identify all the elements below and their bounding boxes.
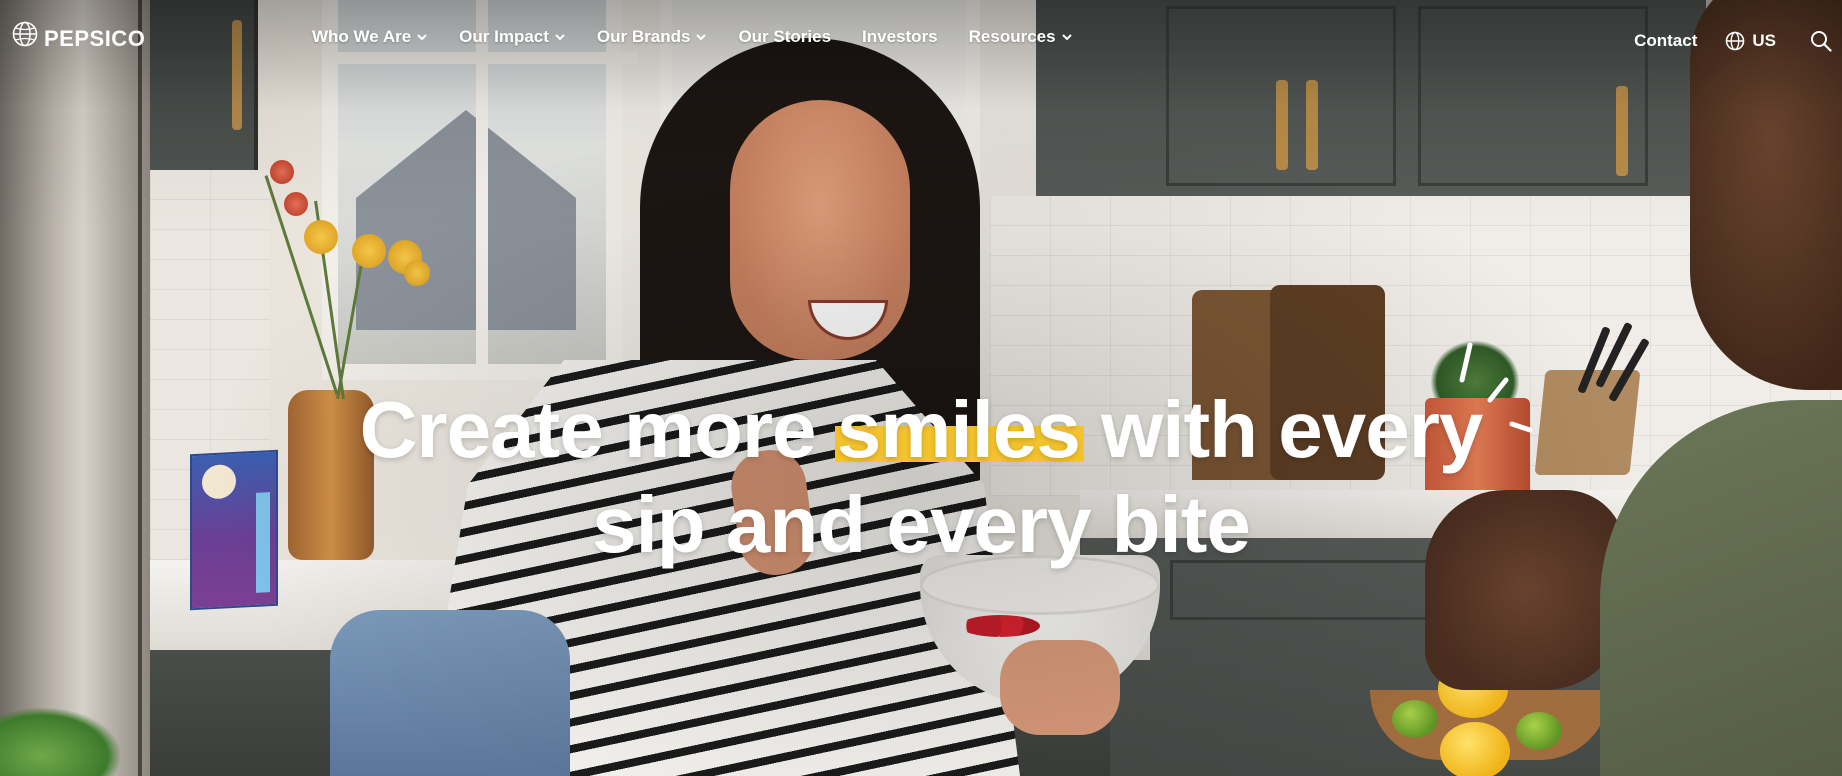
chevron-down-icon	[417, 34, 427, 41]
pepsico-wordmark: PEPSICO	[44, 26, 146, 51]
chevron-down-icon	[555, 34, 565, 41]
hero-headline-line-2: sip and every bite	[592, 480, 1251, 569]
chevron-down-icon	[1061, 34, 1072, 41]
locale-label: US	[1752, 31, 1776, 50]
nav-item-our-brands[interactable]: Our Brands	[597, 27, 708, 47]
nav-item-our-impact[interactable]: Our Impact	[459, 27, 566, 47]
headline-text-end: with every	[1079, 385, 1483, 474]
pepsico-logo-link[interactable]: PEPSICO	[12, 16, 145, 52]
hero-headline-line-1: Create more smiles with every	[0, 382, 1842, 477]
globe-icon	[1726, 31, 1745, 51]
main-nav: Who We Are Our Impact Our Brands Our Sto…	[312, 27, 1104, 47]
site-header: PEPSICO Who We Are Our Impact Our Brands…	[0, 0, 1842, 84]
nav-item-label: Our Stories	[738, 27, 832, 46]
locale-selector[interactable]: US	[1725, 31, 1776, 51]
nav-item-resources[interactable]: Resources	[969, 27, 1073, 47]
search-icon[interactable]	[1810, 30, 1832, 52]
nav-item-label: Investors	[862, 27, 938, 46]
hero-section: PEPSICO Who We Are Our Impact Our Brands…	[0, 0, 1842, 776]
nav-item-label: Our Brands	[596, 27, 691, 46]
chevron-down-icon	[696, 34, 707, 41]
pepsico-globe-icon	[12, 21, 38, 47]
headline-highlight-word: smiles	[834, 382, 1084, 477]
nav-item-label: Who We Are	[312, 27, 412, 46]
nav-item-investors[interactable]: Investors	[862, 27, 938, 47]
nav-item-who-we-are[interactable]: Who We Are	[312, 27, 428, 47]
contact-link[interactable]: Contact	[1634, 31, 1697, 51]
headline-text-start: Create more	[359, 385, 837, 474]
nav-item-our-stories[interactable]: Our Stories	[738, 27, 831, 47]
nav-item-label: Resources	[968, 27, 1056, 46]
hero-headline: Create more smiles with every sip and ev…	[0, 382, 1842, 572]
utility-nav: Contact US	[1634, 30, 1832, 52]
nav-item-label: Our Impact	[459, 27, 549, 46]
